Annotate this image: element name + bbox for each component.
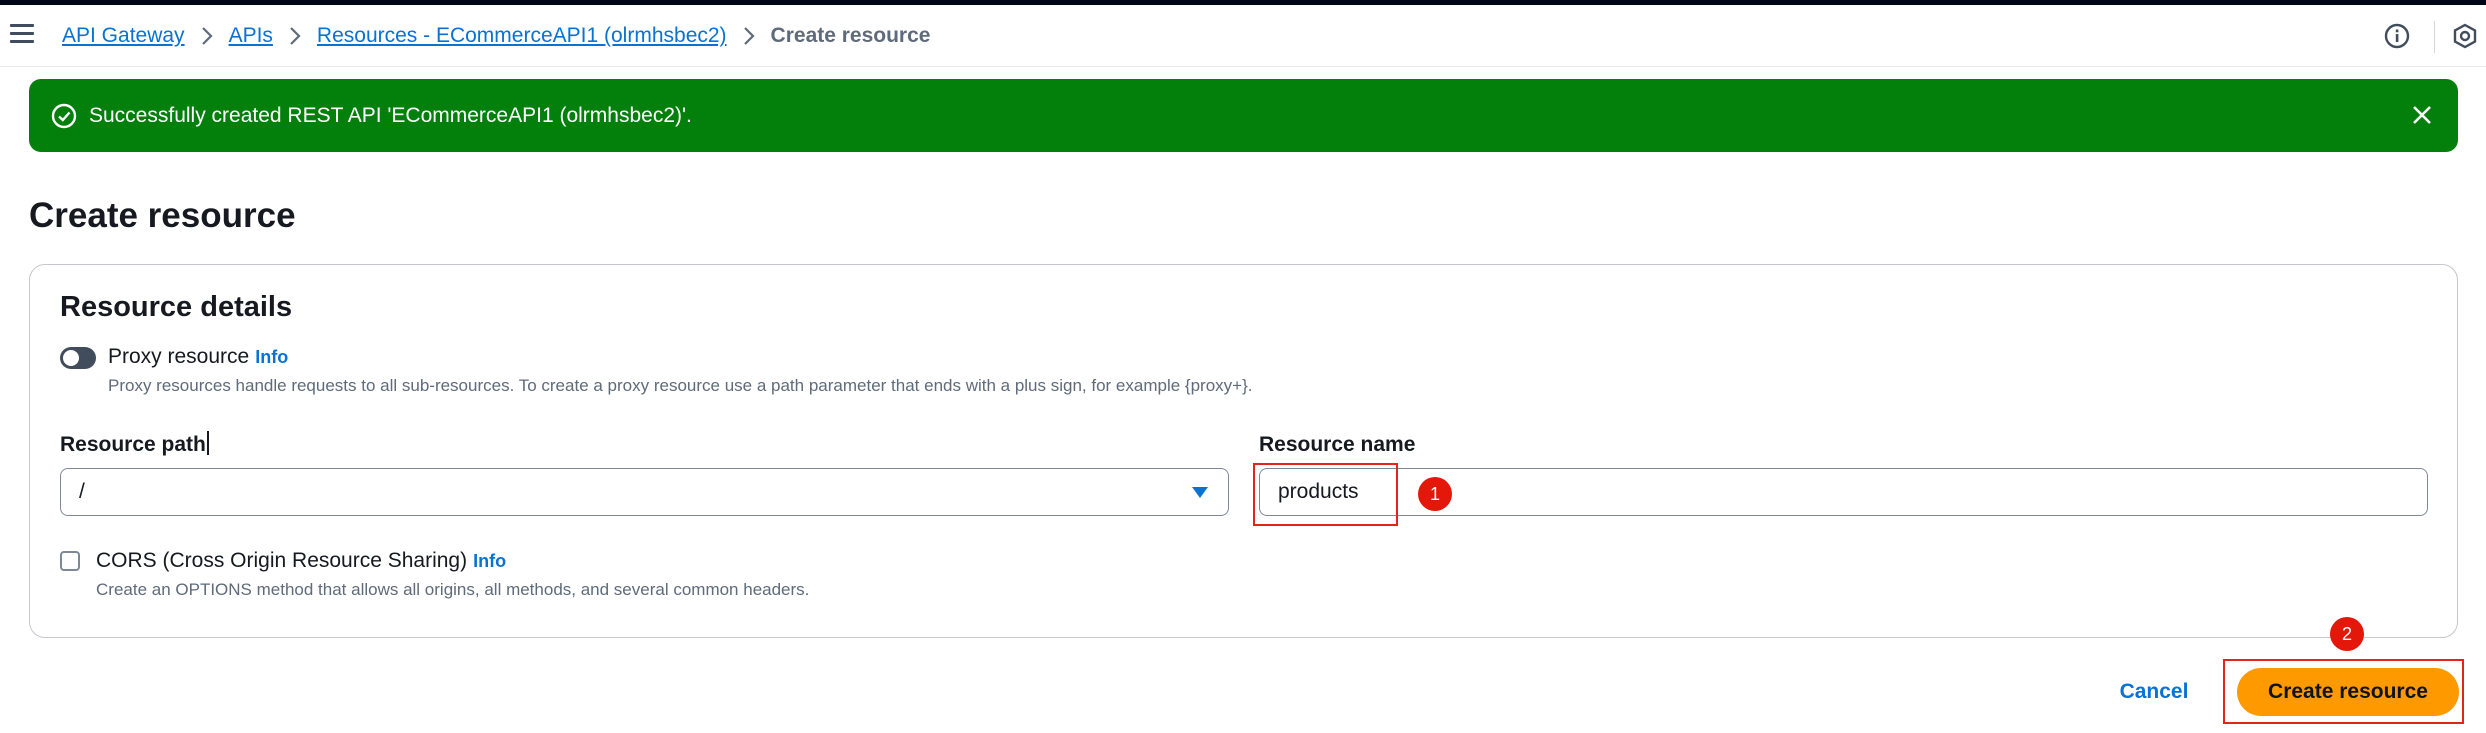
breadcrumb-api-gateway[interactable]: API Gateway [62, 24, 185, 48]
chevron-right-icon [273, 26, 317, 46]
close-icon[interactable] [2408, 101, 2436, 129]
proxy-resource-toggle[interactable] [60, 347, 96, 369]
annotation-highlight-1 [1253, 463, 1398, 526]
breadcrumb-apis[interactable]: APIs [229, 24, 273, 48]
resource-details-container: Resource details Proxy resource Info Prox… [29, 264, 2458, 638]
caret-down-icon [1192, 487, 1208, 498]
annotation-badge-2: 2 [2330, 617, 2364, 651]
cors-checkbox[interactable] [60, 551, 80, 571]
top-navigation-bar: API Gateway APIs Resources - ECommerceAP… [0, 5, 2486, 67]
check-circle-icon [51, 103, 77, 129]
flash-message: Successfully created REST API 'ECommerce… [89, 104, 692, 127]
text-cursor [206, 431, 209, 455]
chevron-right-icon [727, 26, 771, 46]
proxy-resource-label-row: Proxy resource Info [108, 343, 288, 371]
resource-name-label: Resource name [1259, 433, 1416, 456]
cors-info-link[interactable]: Info [473, 551, 506, 571]
breadcrumb-resources[interactable]: Resources - ECommerceAPI1 (olrmhsbec2) [317, 24, 727, 48]
section-title: Resource details [60, 291, 293, 323]
annotation-badge-1: 1 [1418, 477, 1452, 511]
toolbar-divider [2434, 21, 2435, 53]
resource-path-label: Resource path [60, 431, 209, 459]
annotation-highlight-2 [2223, 659, 2464, 724]
cancel-button[interactable]: Cancel [2104, 672, 2204, 712]
chevron-right-icon [185, 26, 229, 46]
settings-hex-icon[interactable] [2449, 20, 2481, 52]
breadcrumb: API Gateway APIs Resources - ECommerceAP… [62, 21, 930, 51]
proxy-resource-label: Proxy resource [108, 345, 250, 368]
breadcrumb-current: Create resource [770, 24, 931, 47]
success-flash-banner: Successfully created REST API 'ECommerce… [29, 79, 2458, 152]
page-title: Create resource [29, 196, 296, 235]
cors-label: CORS (Cross Origin Resource Sharing) [96, 549, 468, 572]
resource-path-select[interactable]: / [60, 468, 1229, 516]
resource-path-value: / [79, 480, 85, 503]
proxy-resource-description: Proxy resources handle requests to all s… [108, 376, 1253, 395]
hamburger-menu-icon[interactable] [10, 24, 34, 48]
cors-label-row: CORS (Cross Origin Resource Sharing) Info [96, 547, 506, 575]
proxy-info-link[interactable]: Info [255, 347, 288, 367]
info-circle-icon[interactable] [2381, 20, 2413, 52]
toggle-knob [63, 350, 79, 366]
cors-description: Create an OPTIONS method that allows all… [96, 580, 810, 599]
